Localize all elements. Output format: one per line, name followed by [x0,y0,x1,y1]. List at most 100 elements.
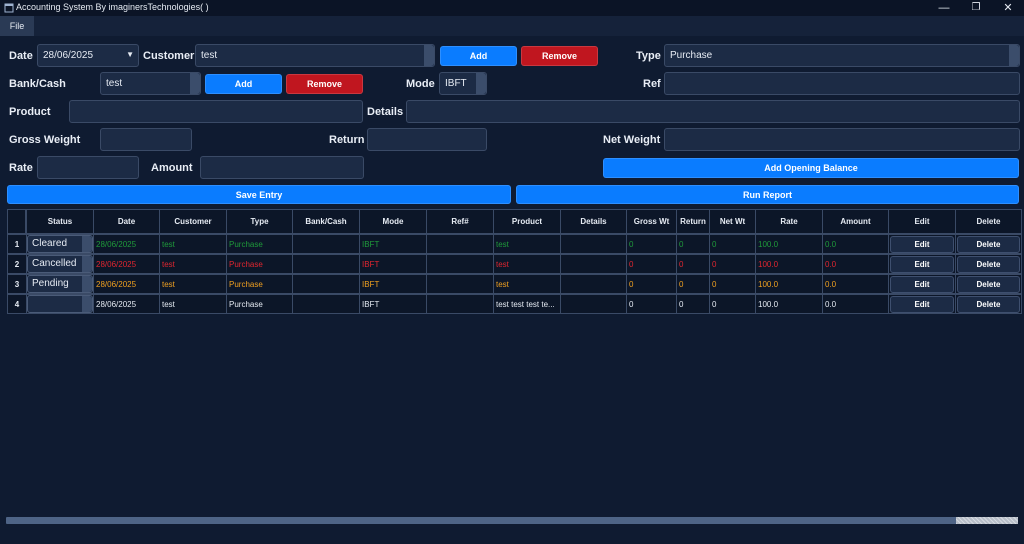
cell-amount: 0.0 [822,274,889,294]
column-header-mode[interactable]: Mode [359,209,427,234]
status-combo[interactable] [27,295,93,313]
horizontal-scrollbar[interactable] [6,517,1018,524]
chevron-down-icon[interactable] [82,256,92,272]
cell-customer: test [159,294,227,314]
cell-mode: IBFT [359,254,427,274]
details-input[interactable] [406,100,1020,123]
cell-date: 28/06/2025 [93,234,160,254]
run-report-button[interactable]: Run Report [516,185,1019,204]
column-header-net-wt[interactable]: Net Wt [709,209,756,234]
chevron-down-icon[interactable] [190,73,200,94]
cell-amount: 0.0 [822,294,889,314]
amount-label: Amount [151,162,193,174]
chevron-down-icon[interactable] [82,236,92,252]
cell-details [560,294,627,314]
cell-return: 0 [676,254,710,274]
chevron-down-icon[interactable] [1009,45,1019,66]
cell-rate: 100.0 [755,294,823,314]
details-label: Details [367,106,404,118]
return-label: Return [329,134,365,146]
bank-cash-label: Bank/Cash [9,78,66,90]
date-picker[interactable]: 28/06/2025 ▼ [37,44,139,67]
cell-type: Purchase [226,254,293,274]
cell-ref [426,274,494,294]
cell-type: Purchase [226,274,293,294]
product-label: Product [9,106,51,118]
cell-customer: test [159,254,227,274]
remove-bank-button[interactable]: Remove [286,74,363,94]
column-header-date[interactable]: Date [93,209,160,234]
date-value: 28/06/2025 [43,50,94,61]
delete-row-button[interactable]: Delete [957,256,1020,273]
gross-weight-input[interactable] [100,128,192,151]
column-header-customer[interactable]: Customer [159,209,227,234]
column-header-gross-wt[interactable]: Gross Wt [626,209,677,234]
add-bank-button[interactable]: Add [205,74,282,94]
cell-date: 28/06/2025 [93,274,160,294]
cell-date: 28/06/2025 [93,294,160,314]
close-button[interactable]: ✕ [992,0,1024,16]
mode-label: Mode [406,78,435,90]
row-number: 1 [7,234,27,254]
maximize-button[interactable]: ❐ [960,0,992,16]
type-combo[interactable]: Purchase [664,44,1020,67]
status-combo[interactable]: Pending [27,275,93,293]
delete-row-button[interactable]: Delete [957,236,1020,253]
edit-row-button[interactable]: Edit [890,296,954,313]
cell-customer: test [159,274,227,294]
save-entry-button[interactable]: Save Entry [7,185,511,204]
cell-net-wt: 0 [709,294,756,314]
net-weight-input[interactable] [664,128,1020,151]
cell-amount: 0.0 [822,234,889,254]
return-input[interactable] [367,128,487,151]
status-combo[interactable]: Cancelled [27,255,93,273]
rate-input[interactable] [37,156,139,179]
status-combo[interactable]: Cleared [27,235,93,253]
cell-ref [426,234,494,254]
cell-net-wt: 0 [709,234,756,254]
customer-combo[interactable]: test [195,44,435,67]
delete-row-button[interactable]: Delete [957,276,1020,293]
add-opening-balance-button[interactable]: Add Opening Balance [603,158,1019,178]
column-header-delete[interactable]: Delete [955,209,1022,234]
remove-customer-button[interactable]: Remove [521,46,598,66]
column-header-details[interactable]: Details [560,209,627,234]
column-header-edit[interactable]: Edit [888,209,956,234]
amount-input[interactable] [200,156,364,179]
column-header-type[interactable]: Type [226,209,293,234]
edit-row-button[interactable]: Edit [890,256,954,273]
window-title: Accounting System By imaginersTechnologi… [16,2,209,12]
table-corner [7,209,26,234]
row-number: 4 [7,294,27,314]
add-customer-button[interactable]: Add [440,46,517,66]
column-header-status[interactable]: Status [26,209,94,234]
chevron-down-icon[interactable] [82,296,92,312]
row-number: 2 [7,254,27,274]
chevron-down-icon[interactable] [476,73,486,94]
cell-details [560,254,627,274]
cell-customer: test [159,234,227,254]
chevron-down-icon[interactable] [82,276,92,292]
edit-row-button[interactable]: Edit [890,236,954,253]
column-header-rate[interactable]: Rate [755,209,823,234]
column-header-ref[interactable]: Ref# [426,209,494,234]
column-header-return[interactable]: Return [676,209,710,234]
cell-mode: IBFT [359,294,427,314]
minimize-button[interactable]: — [928,0,960,16]
column-header-product[interactable]: Product [493,209,561,234]
product-input[interactable] [69,100,363,123]
scrollbar-thumb[interactable] [956,517,1018,524]
type-value: Purchase [670,50,713,61]
menu-file[interactable]: File [0,16,34,36]
edit-row-button[interactable]: Edit [890,276,954,293]
chevron-down-icon[interactable]: ▼ [126,50,134,59]
date-label: Date [9,50,33,62]
column-header-bank-cash[interactable]: Bank/Cash [292,209,360,234]
cell-type: Purchase [226,294,293,314]
delete-row-button[interactable]: Delete [957,296,1020,313]
ref-input[interactable] [664,72,1020,95]
chevron-down-icon[interactable] [424,45,434,66]
mode-combo[interactable]: IBFT [439,72,487,95]
bank-cash-combo[interactable]: test [100,72,201,95]
column-header-amount[interactable]: Amount [822,209,889,234]
